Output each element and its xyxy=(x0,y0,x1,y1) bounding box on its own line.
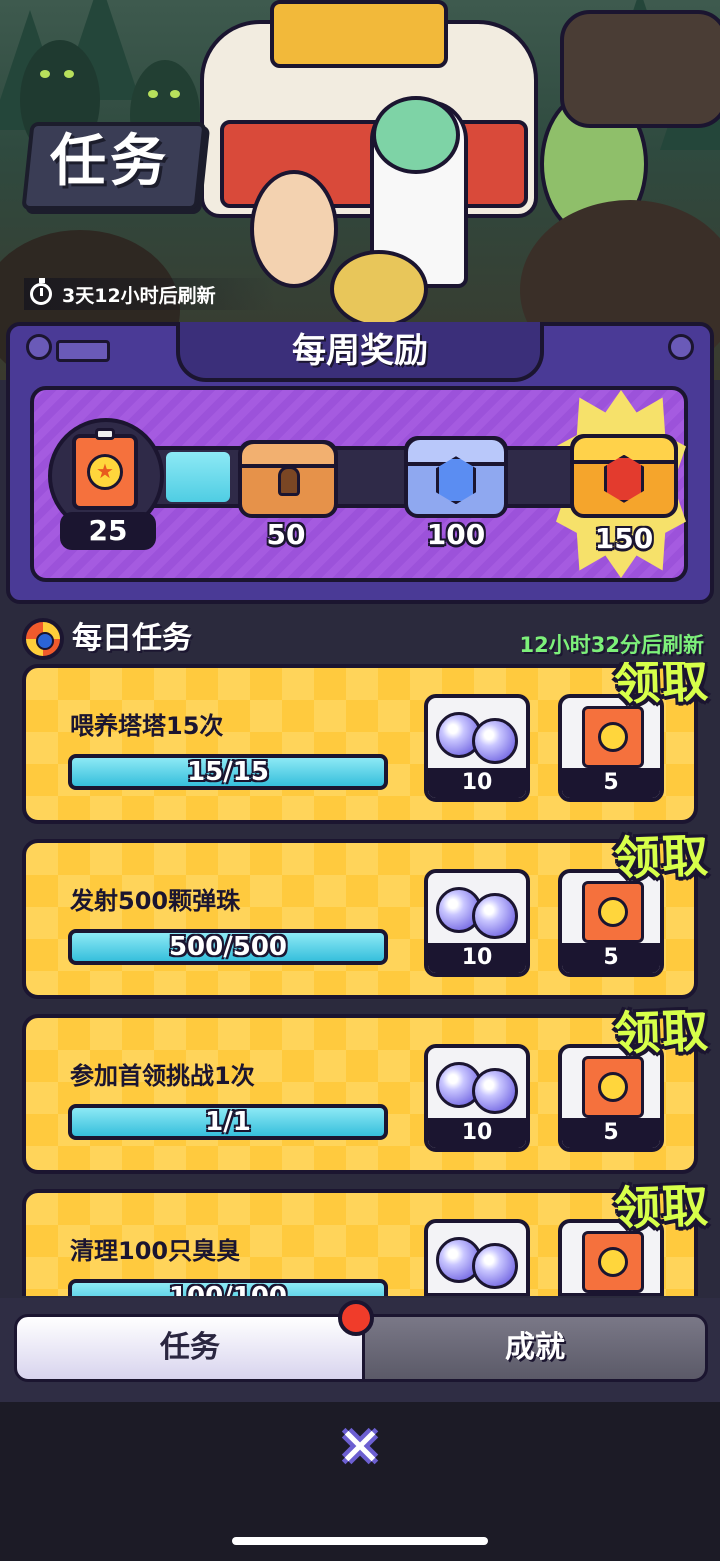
task-card: 喂养塔塔15次 15/15 10 5 领取 xyxy=(22,662,711,824)
claim-button[interactable]: 领取 xyxy=(613,819,711,888)
weekly-title: 每周奖励 xyxy=(292,331,428,371)
gold-chest-icon[interactable] xyxy=(570,434,678,518)
reward-quantity: 10 xyxy=(428,943,526,973)
task-progress-value: 1/1 xyxy=(205,1107,251,1137)
task-card: 发射500颗弹珠 500/500 10 5 领取 xyxy=(22,828,711,999)
tab-achievements[interactable]: 成就 xyxy=(362,1314,708,1382)
reward-quantity: 5 xyxy=(562,943,660,973)
claim-button[interactable]: 领取 xyxy=(613,1169,711,1238)
task-progress-value: 100/100 xyxy=(72,1283,384,1296)
reward-quantity: 5 xyxy=(562,768,660,798)
task-progress-bar: 100/100 xyxy=(68,1279,388,1296)
ticket-icon xyxy=(582,706,644,768)
reward-quantity: 10 xyxy=(428,1293,526,1296)
bear-creature xyxy=(560,10,720,128)
weekly-refresh-text: 3天12小时后刷新 xyxy=(62,284,216,307)
close-icon[interactable]: ✕ xyxy=(332,1420,388,1476)
daily-refresh-text: 12小时32分后刷新 xyxy=(519,633,704,657)
task-name: 参加首领挑战1次 xyxy=(70,1062,255,1090)
ticket-icon xyxy=(582,1056,644,1118)
claim-button[interactable]: 领取 xyxy=(613,662,711,714)
zombie-eye xyxy=(148,90,158,98)
milestone-points: 150 xyxy=(594,522,654,555)
orb-icon xyxy=(472,893,518,939)
task-name: 喂养塔塔15次 xyxy=(70,712,224,740)
task-progress-bar: 15/15 xyxy=(68,754,388,790)
task-name: 发射500颗弹珠 xyxy=(70,887,241,915)
screw-decoration xyxy=(26,334,52,360)
claim-button[interactable]: 领取 xyxy=(613,994,711,1063)
orb-reward: 10 xyxy=(424,1219,530,1296)
silver-chest-icon[interactable] xyxy=(404,436,508,518)
orb-icon xyxy=(472,718,518,764)
task-progress-bar: 1/1 xyxy=(68,1104,388,1140)
daily-title: 每日任务 xyxy=(72,621,192,656)
orb-reward: 10 xyxy=(424,869,530,977)
boy-character xyxy=(250,170,338,288)
current-points: 25 xyxy=(60,512,156,550)
task-progress-value: 15/15 xyxy=(187,757,269,787)
weekly-progress-fill xyxy=(166,452,230,502)
ticket-icon xyxy=(582,881,644,943)
ticket-icon: ★ xyxy=(72,428,138,510)
milestone-points: 100 xyxy=(426,518,486,551)
reward-quantity: 10 xyxy=(428,1118,526,1148)
stopwatch-icon xyxy=(30,278,52,305)
reward-quantity: 10 xyxy=(428,768,526,798)
zombie-eye xyxy=(40,70,50,78)
task-progress-value: 500/500 xyxy=(168,932,288,962)
weekly-refresh-timer: 3天12小时后刷新 xyxy=(24,278,276,310)
van-luggage xyxy=(270,0,448,68)
daily-target-icon xyxy=(22,618,64,660)
daily-task-list[interactable]: 喂养塔塔15次 15/15 10 5 领取 发射500颗弹珠 500/500 1… xyxy=(0,662,720,1296)
orb-reward: 10 xyxy=(424,1044,530,1152)
creature-character xyxy=(330,250,428,328)
task-name: 清理100只臭臭 xyxy=(70,1237,241,1265)
milestone-points: 50 xyxy=(266,518,306,551)
panel-decoration xyxy=(56,340,110,362)
zombie-eye xyxy=(170,90,180,98)
orb-reward: 10 xyxy=(424,694,530,802)
orb-icon xyxy=(472,1068,518,1114)
task-card: 清理100只臭臭 100/100 10 5 领取 xyxy=(22,1178,711,1296)
screw-decoration xyxy=(668,334,694,360)
scientist-hair xyxy=(372,96,460,174)
page-title: 任务 xyxy=(50,129,170,194)
task-card: 参加首领挑战1次 1/1 10 5 领取 xyxy=(22,1003,711,1174)
zombie-eye xyxy=(64,70,74,78)
reward-quantity: 5 xyxy=(562,1118,660,1148)
reward-quantity: 5 xyxy=(562,1293,660,1296)
ticket-icon xyxy=(582,1231,644,1293)
tab-tasks[interactable]: 任务 xyxy=(14,1314,366,1382)
orb-icon xyxy=(472,1243,518,1289)
bronze-chest-icon[interactable] xyxy=(238,440,338,518)
notification-dot xyxy=(338,1300,374,1336)
home-indicator[interactable] xyxy=(232,1537,488,1545)
task-progress-bar: 500/500 xyxy=(68,929,388,965)
